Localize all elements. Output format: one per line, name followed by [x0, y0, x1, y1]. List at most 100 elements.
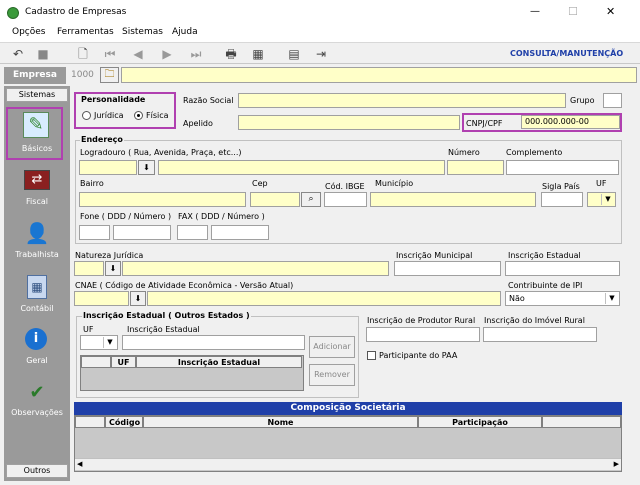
logradouro-field[interactable]	[158, 160, 445, 175]
menu-ajuda[interactable]: Ajuda	[172, 27, 198, 37]
prod-rural-label: Inscrição de Produtor Rural	[367, 316, 476, 325]
observacoes-icon[interactable]: ✔	[24, 382, 50, 404]
preview-icon[interactable]: 🗋	[73, 46, 93, 62]
ie-grid-header-uf: UF	[111, 356, 136, 368]
grupo-field[interactable]	[603, 93, 622, 108]
sidebar-item-geral[interactable]: Geral	[6, 356, 68, 365]
sidebar-item-trabalhista[interactable]: Trabalhista	[6, 250, 68, 259]
fiscal-icon[interactable]: ⇄	[24, 170, 50, 190]
contribuinte-ipi-label: Contribuinte de IPI	[508, 281, 583, 290]
binoculars-search-icon[interactable]: ⌕	[301, 192, 321, 207]
basicos-icon[interactable]: ✎	[23, 112, 49, 138]
fone-label: Fone ( DDD / Número )	[80, 212, 172, 221]
menu-opcoes[interactable]: Opções	[12, 27, 45, 37]
sidebar-item-observacoes[interactable]: Observações	[6, 408, 68, 417]
sidebar-item-basicos[interactable]: Básicos	[6, 144, 68, 153]
last-record-icon[interactable]: ⏭	[186, 46, 206, 62]
sidebar-item-fiscal[interactable]: Fiscal	[6, 197, 68, 206]
maximize-button[interactable]: ☐	[568, 5, 578, 18]
razao-social-field[interactable]	[238, 93, 566, 108]
insc-municipal-field[interactable]	[394, 261, 501, 276]
empresa-name-field[interactable]	[121, 67, 637, 83]
ie-uf-select[interactable]: ▼	[80, 335, 118, 350]
contabil-icon[interactable]: ▦	[27, 275, 47, 299]
uf-select[interactable]: ▼	[587, 192, 616, 207]
ie-insc-field[interactable]	[122, 335, 305, 350]
chevron-down-icon[interactable]: ▼	[601, 194, 614, 205]
calculator-icon[interactable]: ▤	[284, 46, 304, 62]
cep-field[interactable]	[250, 192, 300, 207]
ie-grid-header-blank	[81, 356, 111, 368]
logradouro-type-field[interactable]	[79, 160, 137, 175]
undo-icon[interactable]: ↶	[8, 46, 28, 62]
first-record-icon[interactable]: ⏮	[100, 46, 120, 62]
societaria-header-codigo: Código	[105, 416, 143, 428]
radio-juridica-label: Jurídica	[94, 111, 124, 120]
imovel-rural-field[interactable]	[483, 327, 597, 342]
chevron-down-icon[interactable]: ▼	[605, 293, 618, 304]
radio-fisica-dot	[137, 114, 140, 117]
print-icon[interactable]: 🖶	[221, 46, 241, 62]
cnpj-cpf-field[interactable]: 000.000.000-00	[521, 115, 620, 129]
contribuinte-ipi-value: Não	[509, 294, 525, 303]
menu-ferramentas[interactable]: Ferramentas	[57, 27, 114, 37]
sigla-pais-field[interactable]	[541, 192, 583, 207]
radio-fisica[interactable]	[134, 111, 143, 120]
horizontal-scrollbar[interactable]: ◀ ▶	[75, 458, 621, 470]
menu-sistemas[interactable]: Sistemas	[122, 27, 163, 37]
geral-info-icon[interactable]: i	[25, 328, 47, 350]
scroll-right-icon[interactable]: ▶	[614, 460, 619, 468]
report-icon[interactable]: ▦	[248, 46, 268, 62]
contribuinte-ipi-select[interactable]: Não ▼	[505, 291, 620, 306]
municipio-field[interactable]	[370, 192, 536, 207]
complemento-field[interactable]	[506, 160, 619, 175]
apelido-field[interactable]	[238, 115, 460, 130]
bairro-field[interactable]	[79, 192, 246, 207]
adicionar-button[interactable]: Adicionar	[309, 336, 355, 358]
cep-label: Cep	[252, 179, 268, 188]
fax-number-field[interactable]	[211, 225, 269, 240]
numero-field[interactable]	[447, 160, 504, 175]
close-button[interactable]: ✕	[606, 5, 615, 18]
empresa-code: 1000	[71, 70, 94, 80]
trabalhista-icon[interactable]: 👤	[24, 222, 50, 246]
natureza-code-field[interactable]	[74, 261, 104, 276]
insc-estadual-field[interactable]	[505, 261, 620, 276]
paa-checkbox[interactable]	[367, 351, 376, 360]
sidebar-footer-outros[interactable]: Outros	[6, 464, 68, 478]
prod-rural-field[interactable]	[366, 327, 480, 342]
cnae-field[interactable]	[147, 291, 501, 306]
toolbar: ↶ ■ 🗋 ⏮ ◀ ▶ ⏭ 🖶 ▦ ▤ ⇥ CONSULTA/MANUTENÇÃ…	[0, 42, 640, 64]
scroll-left-icon[interactable]: ◀	[77, 460, 82, 468]
sidebar-item-contabil[interactable]: Contábil	[6, 304, 68, 313]
menu-bar: Opções Ferramentas Sistemas Ajuda	[0, 26, 640, 42]
logradouro-lookup-button[interactable]: ⬇	[138, 160, 155, 175]
open-folder-button[interactable]: 🗀	[100, 67, 119, 83]
chevron-down-icon[interactable]: ▼	[103, 337, 116, 348]
cod-ibge-field[interactable]	[324, 192, 367, 207]
ie-outros-title: Inscrição Estadual ( Outros Estados )	[82, 311, 251, 320]
natureza-label: Natureza Jurídica	[75, 251, 144, 260]
fax-ddd-field[interactable]	[177, 225, 208, 240]
natureza-lookup-button[interactable]: ⬇	[105, 261, 121, 276]
natureza-field[interactable]	[122, 261, 389, 276]
remover-button[interactable]: Remover	[309, 364, 355, 386]
societaria-title: Composição Societária	[74, 402, 622, 415]
exit-icon[interactable]: ⇥	[311, 46, 331, 62]
radio-juridica[interactable]	[82, 111, 91, 120]
radio-fisica-label: Física	[146, 111, 169, 120]
paa-label: Participante do PAA	[379, 351, 458, 360]
cnae-lookup-button[interactable]: ⬇	[130, 291, 146, 306]
app-icon	[7, 7, 19, 19]
next-record-icon[interactable]: ▶	[157, 46, 177, 62]
fone-ddd-field[interactable]	[79, 225, 110, 240]
fone-number-field[interactable]	[113, 225, 171, 240]
sidebar-header[interactable]: Sistemas	[6, 88, 68, 102]
stop-icon[interactable]: ■	[33, 46, 53, 62]
cnae-code-field[interactable]	[74, 291, 129, 306]
apelido-label: Apelido	[183, 119, 213, 128]
ie-insc-label: Inscrição Estadual	[127, 325, 200, 334]
minimize-button[interactable]: —	[530, 6, 540, 17]
previous-record-icon[interactable]: ◀	[128, 46, 148, 62]
imovel-rural-label: Inscrição do Imóvel Rural	[484, 316, 585, 325]
